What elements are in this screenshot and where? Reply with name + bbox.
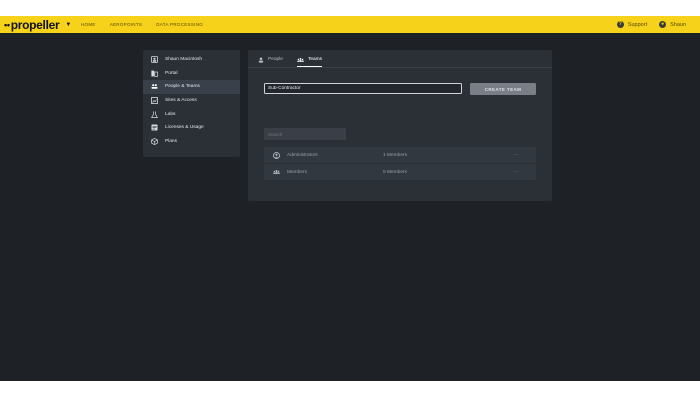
portal-icon <box>151 70 158 77</box>
user-menu[interactable]: ● Shaun <box>659 21 686 28</box>
sidebar-item-plans[interactable]: Plans <box>143 135 240 149</box>
propeller-logo[interactable]: •• propeller ▼ <box>4 18 81 32</box>
tab-label: People <box>268 57 283 62</box>
chevron-down-icon[interactable]: ▼ <box>65 22 71 28</box>
tab-bar: People Teams <box>248 50 552 68</box>
cube-icon <box>151 137 158 145</box>
sidebar-item-portal[interactable]: Portal <box>143 67 240 81</box>
help-icon: ? <box>616 21 624 28</box>
sidebar-item-labs[interactable]: Labs <box>143 107 240 121</box>
sidebar-item-profile[interactable]: Shaun Macintosh <box>143 53 240 67</box>
team-member-count: 1 Members <box>383 152 407 158</box>
top-nav-bar: •• propeller ▼ HOME AEROPOINTS DATA PROC… <box>0 16 700 33</box>
people-teams-panel: People Teams CREATE TEAM Administrators … <box>248 50 552 201</box>
create-team-button[interactable]: CREATE TEAM <box>470 83 536 95</box>
create-team-row: CREATE TEAM <box>264 83 536 95</box>
flask-icon <box>151 111 158 118</box>
team-icon <box>297 56 304 63</box>
page-footer-space <box>0 381 700 400</box>
sidebar-item-people-teams[interactable]: People & Teams <box>143 80 240 94</box>
main-area: Shaun Macintosh Portal People & Teams Si… <box>0 33 700 381</box>
more-options-icon[interactable]: ··· <box>513 152 518 158</box>
user-icon <box>151 56 158 64</box>
logo-dots-icon: •• <box>4 19 10 30</box>
licenses-icon <box>151 124 158 131</box>
more-options-icon[interactable]: ··· <box>513 169 518 175</box>
support-label: Support <box>627 21 648 28</box>
sidebar-item-label: Plans <box>165 138 177 144</box>
settings-sidebar: Shaun Macintosh Portal People & Teams Si… <box>143 50 240 157</box>
sidebar-item-label: Sites & Access <box>165 98 197 104</box>
sidebar-item-label: People & Teams <box>165 84 200 90</box>
sidebar-item-sites-access[interactable]: Sites & Access <box>143 94 240 108</box>
teams-list: Administrators 1 Members ··· Members 5 M… <box>264 147 536 181</box>
people-icon <box>151 83 158 90</box>
team-row-administrators[interactable]: Administrators 1 Members ··· <box>264 147 536 163</box>
sidebar-item-licenses-usage[interactable]: Licenses & Usage <box>143 121 240 135</box>
sidebar-item-label: Licenses & Usage <box>165 125 204 131</box>
tab-people[interactable]: People <box>257 56 283 67</box>
team-name: Administrators <box>287 152 318 158</box>
sites-icon <box>151 97 158 104</box>
admin-icon <box>273 151 280 159</box>
team-row-members[interactable]: Members 5 Members ··· <box>264 164 536 180</box>
sidebar-item-label: Labs <box>165 111 176 117</box>
user-avatar-icon: ● <box>659 21 667 28</box>
team-name: Members <box>287 169 307 175</box>
nav-data-processing[interactable]: DATA PROCESSING <box>156 22 203 27</box>
person-icon <box>257 56 264 63</box>
team-name-input[interactable] <box>264 83 462 94</box>
nav-home[interactable]: HOME <box>81 22 96 27</box>
sidebar-item-label: Portal <box>165 70 178 76</box>
team-icon <box>273 169 280 175</box>
tab-label: Teams <box>307 57 323 62</box>
team-member-count: 5 Members <box>383 169 407 175</box>
sidebar-item-label: Shaun Macintosh <box>165 57 203 63</box>
brand-name: propeller <box>10 17 60 32</box>
header-right: ? Support ● Shaun <box>616 16 686 33</box>
nav-aeropoints[interactable]: AEROPOINTS <box>110 22 143 27</box>
support-link[interactable]: ? Support <box>616 21 648 28</box>
search-input[interactable] <box>264 128 346 140</box>
user-label: Shaun <box>670 21 686 28</box>
tab-teams[interactable]: Teams <box>296 56 323 67</box>
